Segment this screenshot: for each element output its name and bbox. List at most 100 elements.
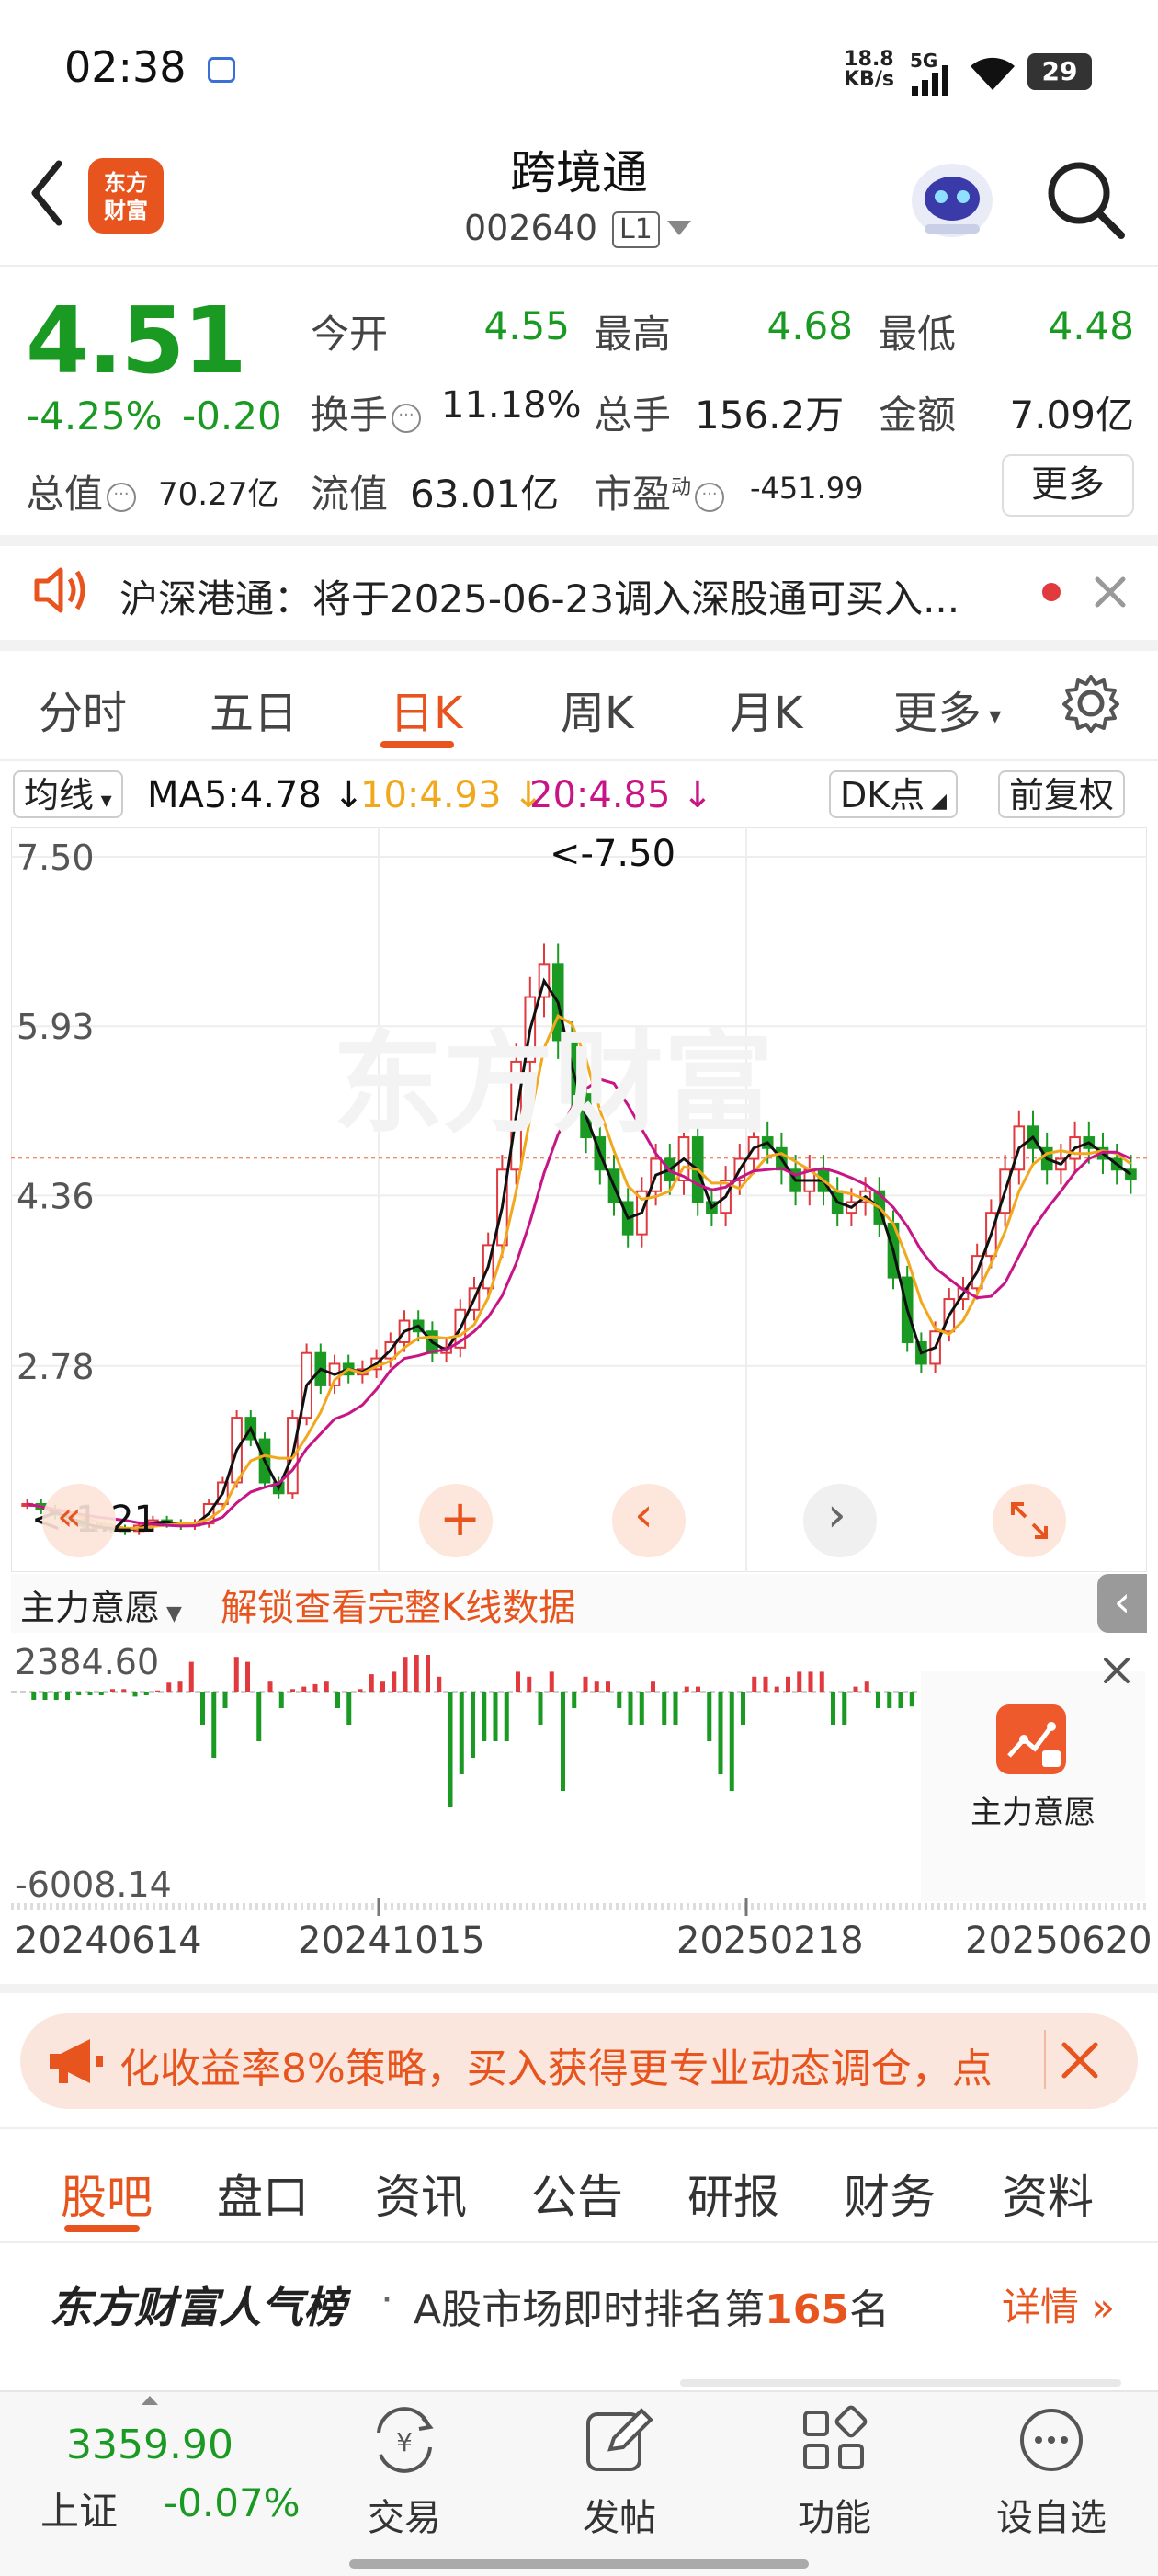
index-change[interactable]: -0.07% xyxy=(164,2480,301,2525)
indicator-bar xyxy=(256,1692,262,1741)
indicator-bar xyxy=(684,1686,689,1692)
indicator-bar xyxy=(673,1692,678,1725)
indicator-bar xyxy=(267,1681,273,1692)
info-icon[interactable]: ··· xyxy=(695,482,725,512)
indicator-bar xyxy=(98,1692,104,1695)
open-label: 今开 xyxy=(311,312,389,357)
chevron-left-icon: ‹ xyxy=(634,1487,653,1543)
home-indicator xyxy=(349,2559,809,2569)
indicator-bar xyxy=(864,1681,869,1692)
ma10-value: 10:4.93 ↓ xyxy=(360,774,544,816)
x-label-2: 20241015 xyxy=(298,1920,485,1962)
high-value: 4.68 xyxy=(766,303,853,348)
tab-pankou[interactable]: 盘口 xyxy=(217,2160,309,2227)
expand-icon xyxy=(1011,1502,1048,1539)
unlock-kline-link[interactable]: 解锁查看完整K线数据 xyxy=(221,1578,575,1631)
max-price-label: <-7.50 xyxy=(550,833,676,875)
unread-dot xyxy=(1042,583,1061,601)
indicator-bar xyxy=(245,1661,250,1692)
indicator-bar xyxy=(538,1692,543,1725)
watchlist-icon[interactable] xyxy=(1015,2405,1088,2475)
indicator-bar xyxy=(887,1692,892,1708)
tab-weekly-k[interactable]: 周K xyxy=(561,677,633,741)
float-value: 63.01亿 xyxy=(410,472,560,517)
tab-five-day[interactable]: 五日 xyxy=(210,677,298,741)
indicator-bar xyxy=(561,1692,565,1791)
indicator-bar xyxy=(301,1686,307,1692)
more-quote-button[interactable]: 更多 xyxy=(1002,454,1134,517)
tab-intraday[interactable]: 分时 xyxy=(39,677,127,741)
tab-announcements[interactable]: 公告 xyxy=(531,2160,623,2227)
indicator-bar xyxy=(459,1692,464,1774)
indicator-bar xyxy=(132,1692,138,1697)
battery-icon: 29 xyxy=(1027,53,1092,90)
current-price: 4.51 xyxy=(26,287,247,394)
promo-divider xyxy=(1044,2030,1046,2089)
indicator-bar xyxy=(831,1692,835,1725)
pe-label: 市盈动 ··· xyxy=(594,463,725,519)
indicator-bar xyxy=(504,1692,509,1741)
indicator-bar xyxy=(222,1692,228,1708)
indicator-bar xyxy=(549,1671,554,1692)
indicator-bar xyxy=(628,1692,633,1725)
indicator-bar xyxy=(729,1692,734,1791)
nav-trade[interactable]: 交易 xyxy=(349,2488,460,2541)
close-icon[interactable] xyxy=(1059,2039,1101,2081)
gear-icon[interactable] xyxy=(1061,673,1121,734)
indicator-bar xyxy=(166,1682,172,1692)
level-badge[interactable]: L1 xyxy=(612,211,660,248)
indicator-bar xyxy=(437,1676,442,1692)
ma-selector[interactable]: 均线 ▾ xyxy=(13,770,123,818)
indicator-bar xyxy=(380,1681,385,1692)
indicator-bar xyxy=(42,1692,48,1700)
nav-functions[interactable]: 功能 xyxy=(779,2488,890,2541)
tab-monthly-k[interactable]: 月K xyxy=(730,677,802,741)
tab-daily-k[interactable]: 日K xyxy=(390,677,462,741)
indicator-selector[interactable]: 主力意愿 ▼ xyxy=(20,1579,182,1630)
info-icon[interactable]: ··· xyxy=(392,403,422,433)
close-icon[interactable] xyxy=(1092,574,1129,610)
index-value[interactable]: 3359.90 xyxy=(66,2422,233,2468)
ma5-value: MA5:4.78 ↓ xyxy=(147,774,365,816)
post-icon[interactable] xyxy=(583,2405,656,2475)
net-speed: 18.8 KB/s xyxy=(844,48,894,91)
info-icon[interactable]: ··· xyxy=(107,482,137,512)
ranking-detail-link[interactable]: 详情 » xyxy=(1002,2276,1115,2332)
mktcap-label: 总值 ··· xyxy=(26,463,137,519)
indicator-bar xyxy=(594,1681,599,1692)
close-icon[interactable] xyxy=(1101,1655,1132,1686)
index-name[interactable]: 上证 xyxy=(40,2480,118,2536)
dk-point-selector[interactable]: DK点 ◢ xyxy=(829,770,959,818)
tab-profile[interactable]: 资料 xyxy=(1002,2160,1094,2227)
nav-post[interactable]: 发帖 xyxy=(564,2488,675,2541)
ma20-value: 20:4.85 ↓ xyxy=(529,774,713,816)
k-line-chart[interactable]: 东方财富 7.505.934.362.78 <-7.50<-1.21 xyxy=(11,827,1147,1572)
adjust-selector[interactable]: 前复权 xyxy=(998,770,1126,818)
indicator-bar xyxy=(741,1692,745,1725)
ranking-dot: · xyxy=(380,2276,393,2323)
open-value: 4.55 xyxy=(483,303,570,348)
tab-more[interactable]: 更多 ▾ xyxy=(893,677,1001,741)
indicator-bar xyxy=(188,1661,194,1692)
indicator-bar xyxy=(403,1657,408,1692)
robot-assistant-icon[interactable] xyxy=(906,156,998,241)
change-pct: -4.25% xyxy=(26,393,163,439)
high-label: 最高 xyxy=(594,312,672,357)
nav-add-watchlist[interactable]: 设自选 xyxy=(978,2488,1125,2541)
index-expand-icon[interactable] xyxy=(142,2396,158,2405)
tab-indicator xyxy=(64,2225,140,2232)
apps-icon[interactable] xyxy=(798,2405,871,2475)
mktcap-value: 70.27亿 xyxy=(158,476,279,513)
chevron-down-icon[interactable] xyxy=(667,221,691,235)
indicator-bar xyxy=(278,1692,284,1708)
collapse-panel-button[interactable]: ‹ xyxy=(1097,1574,1147,1633)
tab-guba[interactable]: 股吧 xyxy=(61,2160,153,2227)
tab-news[interactable]: 资讯 xyxy=(375,2160,467,2227)
promo-text[interactable]: 化收益率8%策略，买入获得更专业动态调仓，点 xyxy=(119,2035,1039,2094)
tab-research[interactable]: 研报 xyxy=(687,2160,779,2227)
indicator-bar xyxy=(426,1655,430,1692)
search-icon[interactable] xyxy=(1044,158,1127,241)
notice-text[interactable]: 沪深港通：将于2025-06-23调入深股通可买入... xyxy=(119,568,1029,624)
trade-icon[interactable]: ¥ xyxy=(368,2405,441,2475)
tab-financials[interactable]: 财务 xyxy=(844,2160,936,2227)
